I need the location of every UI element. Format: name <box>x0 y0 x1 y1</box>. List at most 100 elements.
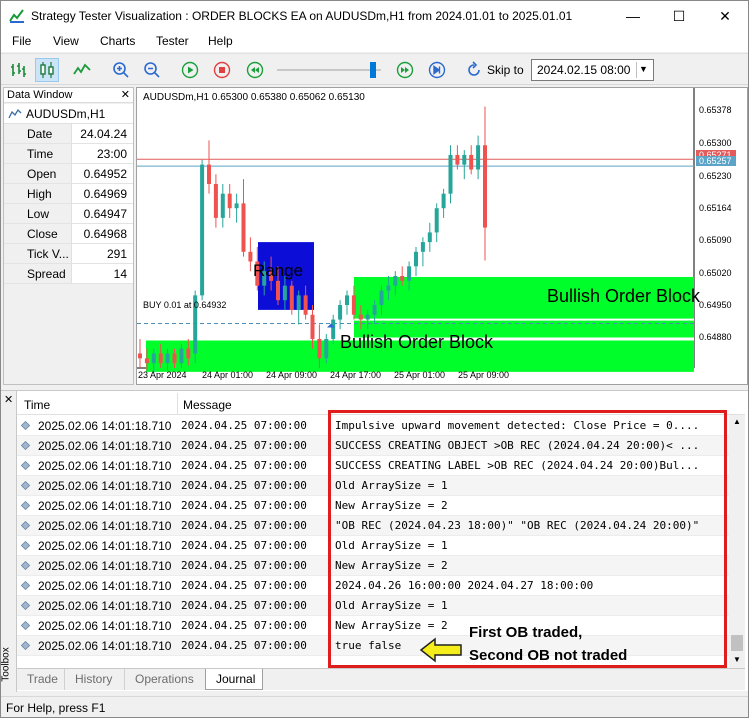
candle-body <box>310 314 315 339</box>
line-chart-button[interactable] <box>70 58 94 82</box>
zoom-out-button[interactable] <box>140 58 164 82</box>
candle-body <box>448 154 453 194</box>
tab-operations[interactable]: Operations <box>125 669 211 690</box>
journal-row-date: 2024.04.25 07:00:00 <box>181 519 307 532</box>
candle-body <box>220 193 225 218</box>
data-window-row-label: Tick V... <box>4 244 72 263</box>
toolbar: Skip to 2024.02.15 08:00 ▼ <box>1 53 748 85</box>
info-diamond-icon <box>21 421 30 430</box>
candle-body <box>400 276 405 281</box>
scroll-down-icon[interactable]: ▼ <box>733 655 741 664</box>
tab-trade[interactable]: Trade <box>17 669 65 690</box>
info-diamond-icon <box>21 601 30 610</box>
slow-down-button[interactable] <box>243 58 267 82</box>
app-icon <box>9 9 24 23</box>
journal-row-date: 2024.04.25 07:00:00 <box>181 459 307 472</box>
info-diamond-icon <box>21 461 30 470</box>
annotation-text: First OB traded, Second OB not traded <box>469 621 627 667</box>
zoom-in-button[interactable] <box>109 58 133 82</box>
candle-body <box>476 145 481 170</box>
close-button[interactable]: ✕ <box>702 1 748 31</box>
info-diamond-icon <box>21 481 30 490</box>
data-window-row-label: High <box>4 184 72 203</box>
status-text: For Help, press F1 <box>6 701 106 715</box>
tab-journal[interactable]: Journal <box>205 669 263 690</box>
annotation-line-1: First OB traded, <box>469 624 583 641</box>
data-window-row: High 0.64969 <box>4 184 133 204</box>
column-header-message[interactable]: Message <box>183 398 232 412</box>
data-window-row-value: 23:00 <box>96 147 127 161</box>
candle-body <box>483 145 487 228</box>
play-icon <box>181 61 199 79</box>
data-window-row-label: Spread <box>4 264 72 283</box>
menu-charts[interactable]: Charts <box>100 34 135 48</box>
scrollbar-thumb[interactable] <box>731 635 743 651</box>
price-tick-label: 0.65230 <box>699 171 732 181</box>
candle-body <box>407 266 412 281</box>
candle-body <box>165 353 170 364</box>
maximize-button[interactable]: ☐ <box>656 1 702 31</box>
time-tick-label: 24 Apr 09:00 <box>266 370 318 380</box>
minimize-button[interactable]: — <box>610 1 656 31</box>
zoom-in-icon <box>113 62 129 78</box>
menu-file[interactable]: File <box>12 34 31 48</box>
chart-info-label: AUDUSDm,H1 0.65300 0.65380 0.65062 0.651… <box>143 92 365 103</box>
journal-scrollbar[interactable]: ▲ ▼ <box>729 415 745 669</box>
journal-row-time: 2025.02.06 14:01:18.710 <box>38 439 172 453</box>
play-button[interactable] <box>178 58 202 82</box>
speed-slider-thumb[interactable] <box>370 62 376 78</box>
fast-forward-icon <box>396 61 414 79</box>
skip-to-button[interactable] <box>462 58 486 82</box>
time-tick-label: 23 Apr 2024 <box>138 370 187 380</box>
toolbox-tabs: Trade History Operations Journal <box>17 668 745 690</box>
candle-body <box>158 353 163 364</box>
journal-row-time: 2025.02.06 14:01:18.710 <box>38 479 172 493</box>
title-bar: Strategy Tester Visualization : ORDER BL… <box>1 1 748 31</box>
speed-slider-track[interactable] <box>277 69 381 71</box>
menu-view[interactable]: View <box>53 34 79 48</box>
journal-row-date: 2024.04.25 07:00:00 <box>181 639 307 652</box>
data-window-row-label: Close <box>4 224 72 243</box>
column-header-time[interactable]: Time <box>24 398 50 412</box>
info-diamond-icon <box>21 521 30 530</box>
candle-body <box>289 285 294 310</box>
price-tick-label: 0.65300 <box>699 138 732 148</box>
price-tick-label: 0.65164 <box>699 203 732 213</box>
candle-body <box>386 285 391 291</box>
candle-body <box>213 184 218 218</box>
skip-end-button[interactable] <box>425 58 449 82</box>
data-window-header: Data Window ✕ <box>4 88 133 103</box>
tab-history[interactable]: History <box>65 669 125 690</box>
toolbox-close-icon[interactable]: ✕ <box>4 393 13 406</box>
bar-chart-button[interactable] <box>6 58 30 82</box>
toolbox-panel: ✕ Toolbox Time Message 2025.02.06 14:01:… <box>1 390 748 692</box>
refresh-icon <box>468 61 480 76</box>
skip-to-label[interactable]: Skip to <box>487 63 524 77</box>
data-window-row: Open 0.64952 <box>4 164 133 184</box>
buy-order-label: BUY 0.01 at 0.64932 <box>143 300 227 310</box>
journal-row-time: 2025.02.06 14:01:18.710 <box>38 619 172 633</box>
menu-help[interactable]: Help <box>208 34 233 48</box>
stop-button[interactable] <box>210 58 234 82</box>
scroll-up-icon[interactable]: ▲ <box>733 417 741 426</box>
time-tick-label: 24 Apr 01:00 <box>202 370 254 380</box>
column-divider[interactable] <box>177 393 178 415</box>
speed-up-button[interactable] <box>393 58 417 82</box>
candlestick-chart-button[interactable] <box>35 58 59 82</box>
candle-body <box>462 154 467 165</box>
journal-row-date: 2024.04.25 07:00:00 <box>181 599 307 612</box>
line-chart-icon <box>8 108 22 119</box>
data-window-row: Close 0.64968 <box>4 224 133 244</box>
data-window-row: Date 24.04.24 <box>4 124 133 144</box>
data-window-close-icon[interactable]: ✕ <box>121 88 130 101</box>
price-chart[interactable]: AUDUSDm,H1 0.65300 0.65380 0.65062 0.651… <box>136 87 748 385</box>
skip-to-date-select[interactable]: 2024.02.15 08:00 ▼ <box>531 59 654 81</box>
data-window-row-value: 0.64968 <box>83 227 127 241</box>
journal-row-time: 2025.02.06 14:01:18.710 <box>38 519 172 533</box>
dropdown-arrow-icon[interactable]: ▼ <box>636 62 650 78</box>
candle-body <box>345 295 349 306</box>
menu-tester[interactable]: Tester <box>156 34 189 48</box>
info-diamond-icon <box>21 621 30 630</box>
info-diamond-icon <box>21 581 30 590</box>
data-window-row-value: 291 <box>106 247 127 261</box>
